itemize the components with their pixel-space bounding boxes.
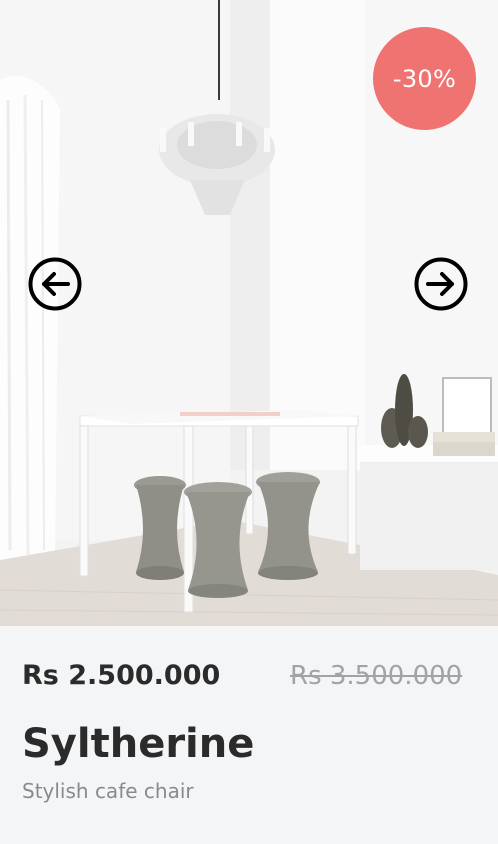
product-description: Stylish cafe chair <box>22 779 194 803</box>
previous-image-button[interactable] <box>28 257 82 311</box>
product-price: Rs 2.500.000 <box>22 660 221 691</box>
product-name[interactable]: Syltherine <box>22 721 254 767</box>
discount-badge: -30% <box>373 27 476 130</box>
arrow-right-circle-icon <box>414 257 468 311</box>
original-price: Rs 3.500.000 <box>290 661 463 691</box>
arrow-left-circle-icon <box>28 257 82 311</box>
next-image-button[interactable] <box>414 257 468 311</box>
